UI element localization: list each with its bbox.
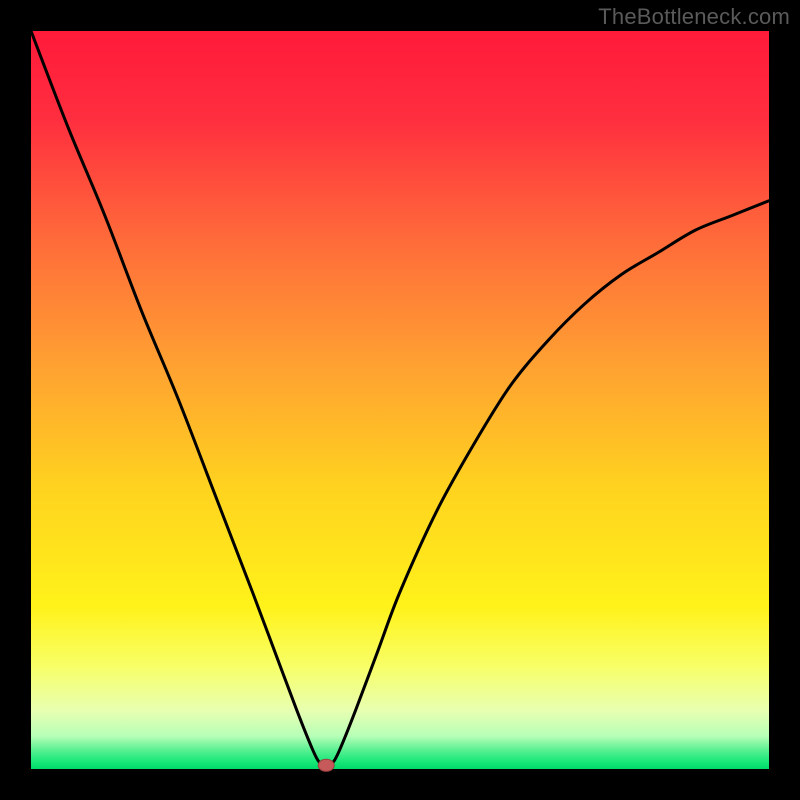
plot-background [31, 31, 769, 769]
optimal-point-marker [318, 759, 334, 771]
watermark-text: TheBottleneck.com [598, 4, 790, 30]
bottleneck-chart [0, 0, 800, 800]
chart-frame: TheBottleneck.com [0, 0, 800, 800]
